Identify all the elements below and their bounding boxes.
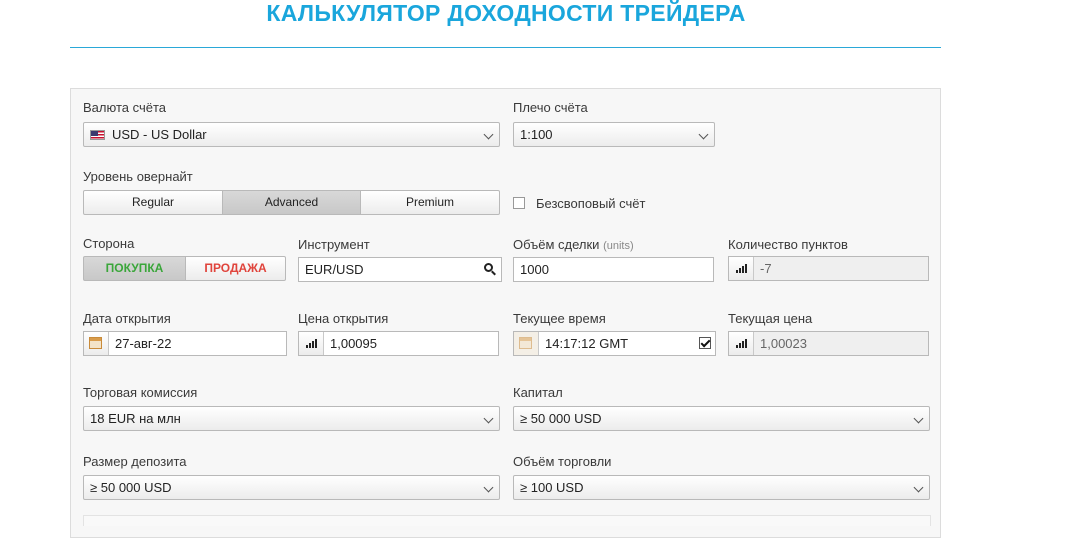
signal-icon (736, 264, 747, 273)
swap-free-checkbox[interactable] (513, 197, 525, 209)
open-date-value: 27-авг-22 (115, 336, 172, 351)
points-value: -7 (760, 261, 772, 276)
trade-volume-label: Объём торговли (513, 454, 612, 469)
volume-value: 1000 (520, 262, 549, 277)
instrument-value: EUR/USD (305, 262, 364, 277)
leverage-select[interactable]: 1:100 (513, 122, 715, 147)
results-section-edge (83, 515, 931, 526)
current-time-value: 14:17:12 GMT (545, 336, 629, 351)
sell-button[interactable]: ПРОДАЖА (185, 256, 286, 281)
chevron-down-icon (698, 129, 709, 140)
current-time-input[interactable]: 14:17:12 GMT (513, 331, 716, 356)
calendar-icon (519, 337, 532, 349)
deposit-value: ≥ 50 000 USD (90, 480, 172, 495)
open-price-value: 1,00095 (330, 336, 377, 351)
open-date-label: Дата открытия (83, 311, 171, 326)
deposit-select[interactable]: ≥ 50 000 USD (83, 475, 500, 500)
current-price-label: Текущая цена (728, 311, 813, 326)
overnight-premium-button[interactable]: Premium (360, 190, 500, 215)
volume-input[interactable]: 1000 (513, 257, 714, 282)
trade-volume-value: ≥ 100 USD (520, 480, 584, 495)
leverage-value: 1:100 (520, 127, 553, 142)
title-divider (70, 47, 941, 48)
instrument-input[interactable]: EUR/USD (298, 257, 502, 282)
calendar-icon (89, 337, 102, 349)
chevron-down-icon (913, 482, 924, 493)
calendar-icon-box (514, 332, 539, 355)
current-price-value: 1,00023 (760, 336, 807, 351)
chevron-down-icon (483, 129, 494, 140)
signal-icon (306, 339, 317, 348)
chevron-down-icon (913, 413, 924, 424)
calculator-panel: Валюта счёта USD - US Dollar Плечо счёта… (70, 88, 941, 538)
overnight-regular-button[interactable]: Regular (83, 190, 223, 215)
commission-select[interactable]: 18 EUR на млн (83, 406, 500, 431)
signal-icon (736, 339, 747, 348)
points-field: -7 (728, 256, 929, 281)
capital-select[interactable]: ≥ 50 000 USD (513, 406, 930, 431)
commission-label: Торговая комиссия (83, 385, 198, 400)
swap-free-label: Безсвоповый счёт (536, 196, 646, 211)
open-date-input[interactable]: 27-авг-22 (83, 331, 287, 356)
current-time-checkbox[interactable] (699, 337, 711, 349)
calendar-icon-box[interactable] (84, 332, 109, 355)
points-label: Количество пунктов (728, 237, 848, 252)
open-price-input[interactable]: 1,00095 (298, 331, 499, 356)
search-icon[interactable] (484, 263, 493, 272)
volume-label-text: Объём сделки (513, 237, 600, 252)
volume-label: Объём сделки (units) (513, 237, 634, 252)
account-currency-select[interactable]: USD - US Dollar (83, 122, 500, 147)
capital-label: Капитал (513, 385, 563, 400)
capital-value: ≥ 50 000 USD (520, 411, 602, 426)
overnight-advanced-button[interactable]: Advanced (222, 190, 361, 215)
volume-unit: (units) (603, 240, 634, 252)
signal-icon-box (729, 257, 754, 280)
buy-button[interactable]: ПОКУПКА (83, 256, 186, 281)
us-flag-icon (90, 130, 105, 140)
page-title: КАЛЬКУЛЯТОР ДОХОДНОСТИ ТРЕЙДЕРА (266, 0, 746, 26)
account-currency-value: USD - US Dollar (112, 127, 207, 142)
chevron-down-icon (483, 413, 494, 424)
current-time-label: Текущее время (513, 311, 606, 326)
overnight-label: Уровень овернайт (83, 169, 193, 184)
current-price-field: 1,00023 (728, 331, 929, 356)
commission-value: 18 EUR на млн (90, 411, 181, 426)
trade-volume-select[interactable]: ≥ 100 USD (513, 475, 930, 500)
side-label: Сторона (83, 236, 135, 251)
signal-icon-box (299, 332, 324, 355)
instrument-label: Инструмент (298, 237, 370, 252)
deposit-label: Размер депозита (83, 454, 187, 469)
open-price-label: Цена открытия (298, 311, 389, 326)
leverage-label: Плечо счёта (513, 100, 588, 115)
signal-icon-box (729, 332, 754, 355)
chevron-down-icon (483, 482, 494, 493)
account-currency-label: Валюта счёта (83, 100, 166, 115)
